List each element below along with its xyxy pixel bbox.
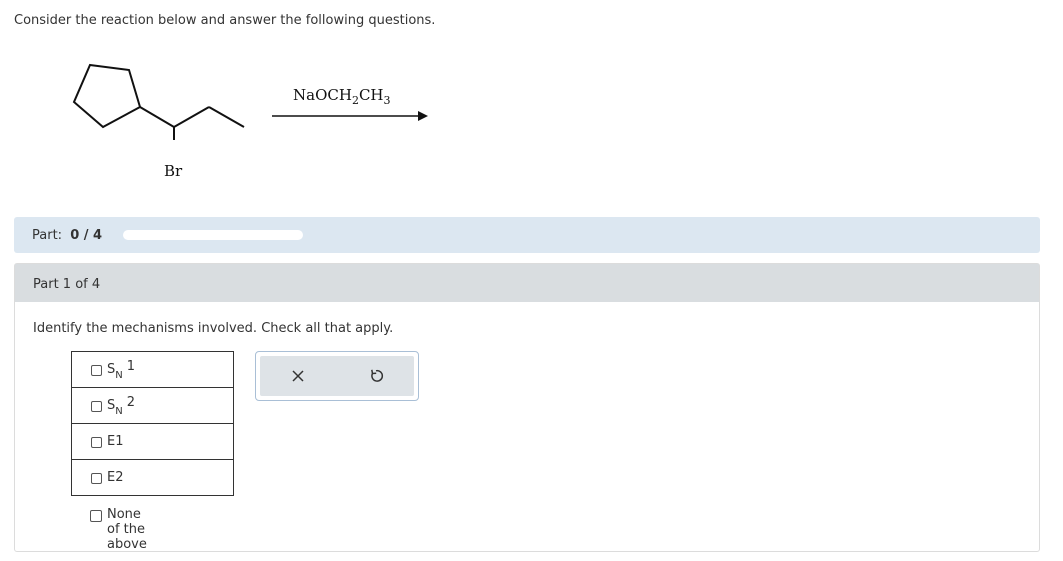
card-header: Part 1 of 4: [15, 264, 1039, 302]
option-sn1[interactable]: SN1: [72, 352, 233, 388]
checkbox-sn2[interactable]: [91, 401, 102, 412]
checkbox-e1[interactable]: [91, 437, 102, 448]
mechanism-options: SN1 SN2 E1 E2: [71, 351, 234, 496]
cyclopentane-ring: [72, 63, 142, 129]
part-progress-text: 0 / 4: [70, 228, 103, 243]
reaction-structure: [72, 63, 428, 140]
answer-tools: [255, 351, 419, 401]
checkbox-e2[interactable]: [91, 473, 102, 484]
option-none-label: None of the above: [107, 507, 147, 552]
option-e1-label: E1: [107, 434, 124, 449]
option-sn2[interactable]: SN2: [72, 388, 233, 424]
part-label: Part:: [32, 228, 63, 243]
option-e1[interactable]: E1: [72, 424, 233, 460]
part-header-text: Part 1 of 4: [33, 277, 101, 292]
undo-icon: [371, 369, 384, 382]
progress-track: [123, 230, 303, 240]
reagent-label: NaOCH2CH3: [293, 86, 391, 107]
checkbox-sn1[interactable]: [91, 365, 102, 376]
checkbox-none[interactable]: [90, 510, 102, 522]
undo-button[interactable]: [366, 366, 386, 386]
question-card: Part 1 of 4 Identify the mechanisms invo…: [14, 263, 1040, 552]
bromine-label: Br: [164, 162, 183, 180]
part-progress-bar: Part: 0 / 4: [14, 217, 1040, 253]
option-e2[interactable]: E2: [72, 460, 233, 495]
arrow-head: [418, 111, 428, 121]
close-icon: [292, 370, 304, 382]
clear-button[interactable]: [288, 366, 308, 386]
question-text: Identify the mechanisms involved. Check …: [33, 321, 394, 336]
intro-text: Consider the reaction below and answer t…: [14, 13, 436, 28]
option-e2-label: E2: [107, 470, 124, 485]
